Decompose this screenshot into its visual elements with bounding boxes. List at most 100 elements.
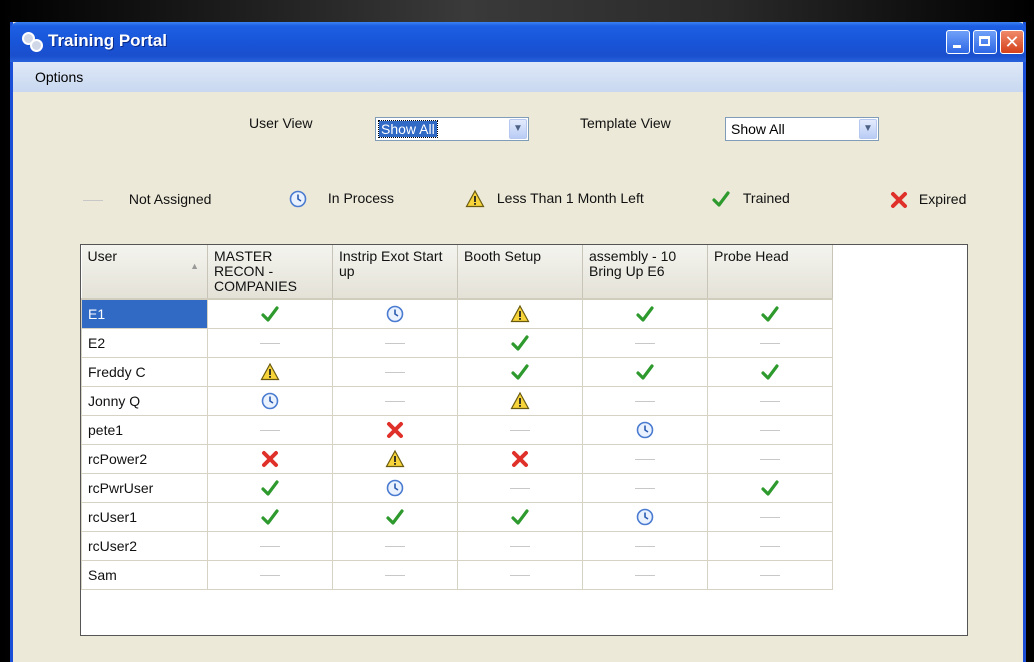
user-cell[interactable]: Jonny Q	[81, 385, 208, 416]
status-cell[interactable]	[582, 472, 708, 503]
user-cell[interactable]: E1	[81, 298, 208, 329]
status-cell[interactable]	[457, 298, 583, 329]
status-cell[interactable]	[707, 501, 833, 532]
status-cell[interactable]	[332, 501, 458, 532]
column-header[interactable]: Booth Setup	[457, 245, 583, 300]
user-cell[interactable]: E2	[81, 327, 208, 358]
column-header[interactable]: Instrip Exot Start up	[332, 245, 458, 300]
status-cell[interactable]	[207, 414, 333, 445]
table-row[interactable]: rcUser1	[81, 501, 833, 532]
app-icon	[22, 32, 43, 52]
status-cell[interactable]	[207, 559, 333, 590]
status-cell[interactable]	[332, 559, 458, 590]
status-cell[interactable]	[207, 327, 333, 358]
dash-icon	[385, 372, 405, 374]
warning-icon	[465, 189, 485, 209]
minimize-button[interactable]	[946, 30, 970, 54]
table-row[interactable]: E1	[81, 298, 833, 329]
title-bar[interactable]: Training Portal ✕	[10, 22, 1026, 62]
status-cell[interactable]	[582, 501, 708, 532]
status-cell[interactable]	[582, 530, 708, 561]
status-cell[interactable]	[707, 443, 833, 474]
dash-icon	[760, 546, 780, 548]
user-cell[interactable]: Sam	[81, 559, 208, 590]
status-cell[interactable]	[332, 472, 458, 503]
status-cell[interactable]	[582, 298, 708, 329]
status-cell[interactable]	[457, 472, 583, 503]
table-row[interactable]: Freddy C	[81, 356, 833, 387]
status-cell[interactable]	[707, 356, 833, 387]
column-header[interactable]: Probe Head	[707, 245, 833, 300]
status-cell[interactable]	[582, 559, 708, 590]
template-view-select[interactable]: Show All ▼	[725, 117, 879, 141]
training-portal-window: Training Portal ✕ Options User View Show…	[10, 22, 1026, 662]
status-cell[interactable]	[707, 298, 833, 329]
table-row[interactable]: Sam	[81, 559, 833, 590]
table-row[interactable]: pete1	[81, 414, 833, 445]
chevron-down-icon[interactable]: ▼	[859, 119, 877, 139]
close-button[interactable]: ✕	[1000, 30, 1024, 54]
status-cell[interactable]	[207, 298, 333, 329]
status-cell[interactable]	[457, 501, 583, 532]
status-cell[interactable]	[457, 385, 583, 416]
status-cell[interactable]	[207, 472, 333, 503]
status-cell[interactable]	[707, 327, 833, 358]
status-cell[interactable]	[582, 414, 708, 445]
expired-x-icon	[385, 420, 405, 440]
user-cell[interactable]: rcPower2	[81, 443, 208, 474]
chevron-down-icon[interactable]: ▼	[509, 119, 527, 139]
menu-options[interactable]: Options	[35, 69, 83, 85]
window-title: Training Portal	[48, 31, 168, 50]
user-view-select[interactable]: Show All ▼	[375, 117, 529, 141]
legend-trained-label: Trained	[742, 189, 790, 206]
maximize-button[interactable]	[973, 30, 997, 54]
status-cell[interactable]	[707, 559, 833, 590]
column-header[interactable]: MASTER RECON - COMPANIES	[207, 245, 333, 300]
status-cell[interactable]	[332, 530, 458, 561]
status-cell[interactable]	[457, 443, 583, 474]
status-cell[interactable]	[707, 414, 833, 445]
warning-icon	[260, 362, 280, 382]
status-cell[interactable]	[707, 472, 833, 503]
table-row[interactable]: E2	[81, 327, 833, 358]
status-cell[interactable]	[582, 327, 708, 358]
table-row[interactable]: rcPower2	[81, 443, 833, 474]
status-cell[interactable]	[332, 443, 458, 474]
status-cell[interactable]	[207, 443, 333, 474]
column-header[interactable]: assembly - 10 Bring Up E6	[582, 245, 708, 300]
template-view-value: Show All	[731, 121, 785, 137]
status-cell[interactable]	[707, 530, 833, 561]
user-cell[interactable]: rcUser1	[81, 501, 208, 532]
status-cell[interactable]	[207, 385, 333, 416]
table-row[interactable]: Jonny Q	[81, 385, 833, 416]
status-cell[interactable]	[457, 414, 583, 445]
user-cell[interactable]: rcUser2	[81, 530, 208, 561]
column-header-user[interactable]: User ▲	[81, 245, 208, 300]
status-cell[interactable]	[332, 385, 458, 416]
table-row[interactable]: rcPwrUser	[81, 472, 833, 503]
status-cell[interactable]	[457, 327, 583, 358]
status-cell[interactable]	[332, 356, 458, 387]
status-cell[interactable]	[457, 530, 583, 561]
status-cell[interactable]	[207, 501, 333, 532]
dash-icon	[635, 488, 655, 490]
status-cell[interactable]	[457, 356, 583, 387]
training-table: User ▲ MASTER RECON - COMPANIES Instrip …	[81, 245, 833, 590]
status-cell[interactable]	[207, 356, 333, 387]
status-cell[interactable]	[332, 327, 458, 358]
status-cell[interactable]	[457, 559, 583, 590]
dash-icon	[760, 517, 780, 519]
status-cell[interactable]	[582, 443, 708, 474]
status-cell[interactable]	[582, 385, 708, 416]
table-row[interactable]: rcUser2	[81, 530, 833, 561]
user-cell[interactable]: pete1	[81, 414, 208, 445]
status-cell[interactable]	[332, 298, 458, 329]
status-cell[interactable]	[582, 356, 708, 387]
status-cell[interactable]	[707, 385, 833, 416]
status-cell[interactable]	[207, 530, 333, 561]
expired-x-icon	[510, 449, 530, 469]
user-cell[interactable]: Freddy C	[81, 356, 208, 387]
status-cell[interactable]	[332, 414, 458, 445]
user-cell[interactable]: rcPwrUser	[81, 472, 208, 503]
table-header-row: User ▲ MASTER RECON - COMPANIES Instrip …	[81, 245, 833, 300]
